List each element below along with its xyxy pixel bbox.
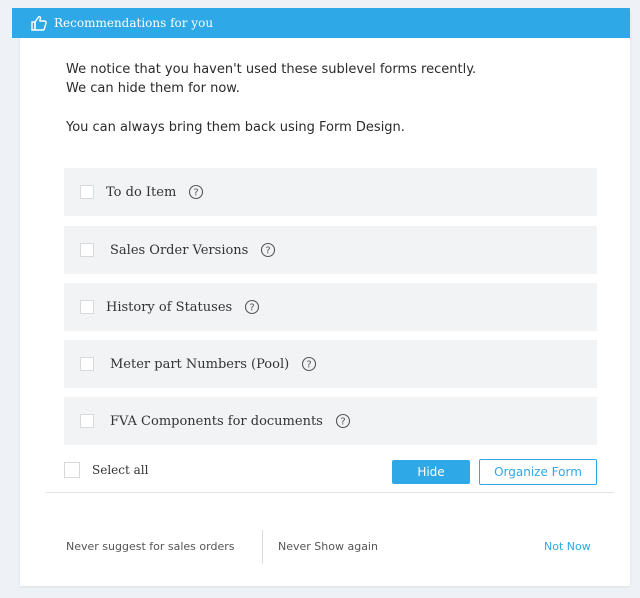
select-all-label: Select all xyxy=(92,463,149,477)
header-title: Recommendations for you xyxy=(54,16,214,30)
item-checkbox[interactable] xyxy=(80,414,94,428)
item-label: To do Item xyxy=(106,184,177,200)
svg-text:?: ? xyxy=(307,359,312,370)
list-item-sales-order-versions: Sales Order Versions ? xyxy=(64,226,597,274)
item-checkbox[interactable] xyxy=(80,243,94,257)
help-icon[interactable]: ? xyxy=(335,413,351,429)
item-checkbox[interactable] xyxy=(80,357,94,371)
intro-line-2: We can hide them for now. xyxy=(66,81,240,96)
item-label: Sales Order Versions xyxy=(110,242,249,258)
svg-text:?: ? xyxy=(266,245,271,256)
help-icon[interactable]: ? xyxy=(244,299,260,315)
footer-separator xyxy=(262,530,263,564)
intro-line-1: We notice that you haven't used these su… xyxy=(66,62,477,77)
svg-text:?: ? xyxy=(250,302,255,313)
hide-button[interactable]: Hide xyxy=(392,460,470,484)
list-item-meter-part-numbers: Meter part Numbers (Pool) ? xyxy=(64,340,597,388)
select-all-checkbox[interactable] xyxy=(64,462,80,478)
not-now-link[interactable]: Not Now xyxy=(544,540,591,553)
help-icon[interactable]: ? xyxy=(301,356,317,372)
list-item-fva-components: FVA Components for documents ? xyxy=(64,397,597,445)
help-icon[interactable]: ? xyxy=(260,242,276,258)
item-checkbox[interactable] xyxy=(80,185,94,199)
intro-text: We notice that you haven't used these su… xyxy=(66,60,476,137)
help-icon[interactable]: ? xyxy=(188,184,204,200)
item-checkbox[interactable] xyxy=(80,300,94,314)
item-label: Meter part Numbers (Pool) xyxy=(110,356,290,372)
item-label: FVA Components for documents xyxy=(110,413,323,429)
organize-form-button[interactable]: Organize Form xyxy=(479,459,597,485)
never-show-again-link[interactable]: Never Show again xyxy=(278,540,378,553)
list-item-history-of-statuses: History of Statuses ? xyxy=(64,283,597,331)
svg-text:?: ? xyxy=(194,187,199,198)
never-suggest-link[interactable]: Never suggest for sales orders xyxy=(66,540,234,553)
svg-text:?: ? xyxy=(340,416,345,427)
intro-line-3: You can always bring them back using For… xyxy=(66,120,405,135)
thumbs-up-icon xyxy=(31,15,47,31)
divider xyxy=(46,492,614,493)
select-all[interactable]: Select all xyxy=(64,462,148,478)
list-item-to-do-item: To do Item ? xyxy=(64,168,597,216)
recommendations-header: Recommendations for you xyxy=(12,8,630,38)
item-label: History of Statuses xyxy=(106,299,233,315)
